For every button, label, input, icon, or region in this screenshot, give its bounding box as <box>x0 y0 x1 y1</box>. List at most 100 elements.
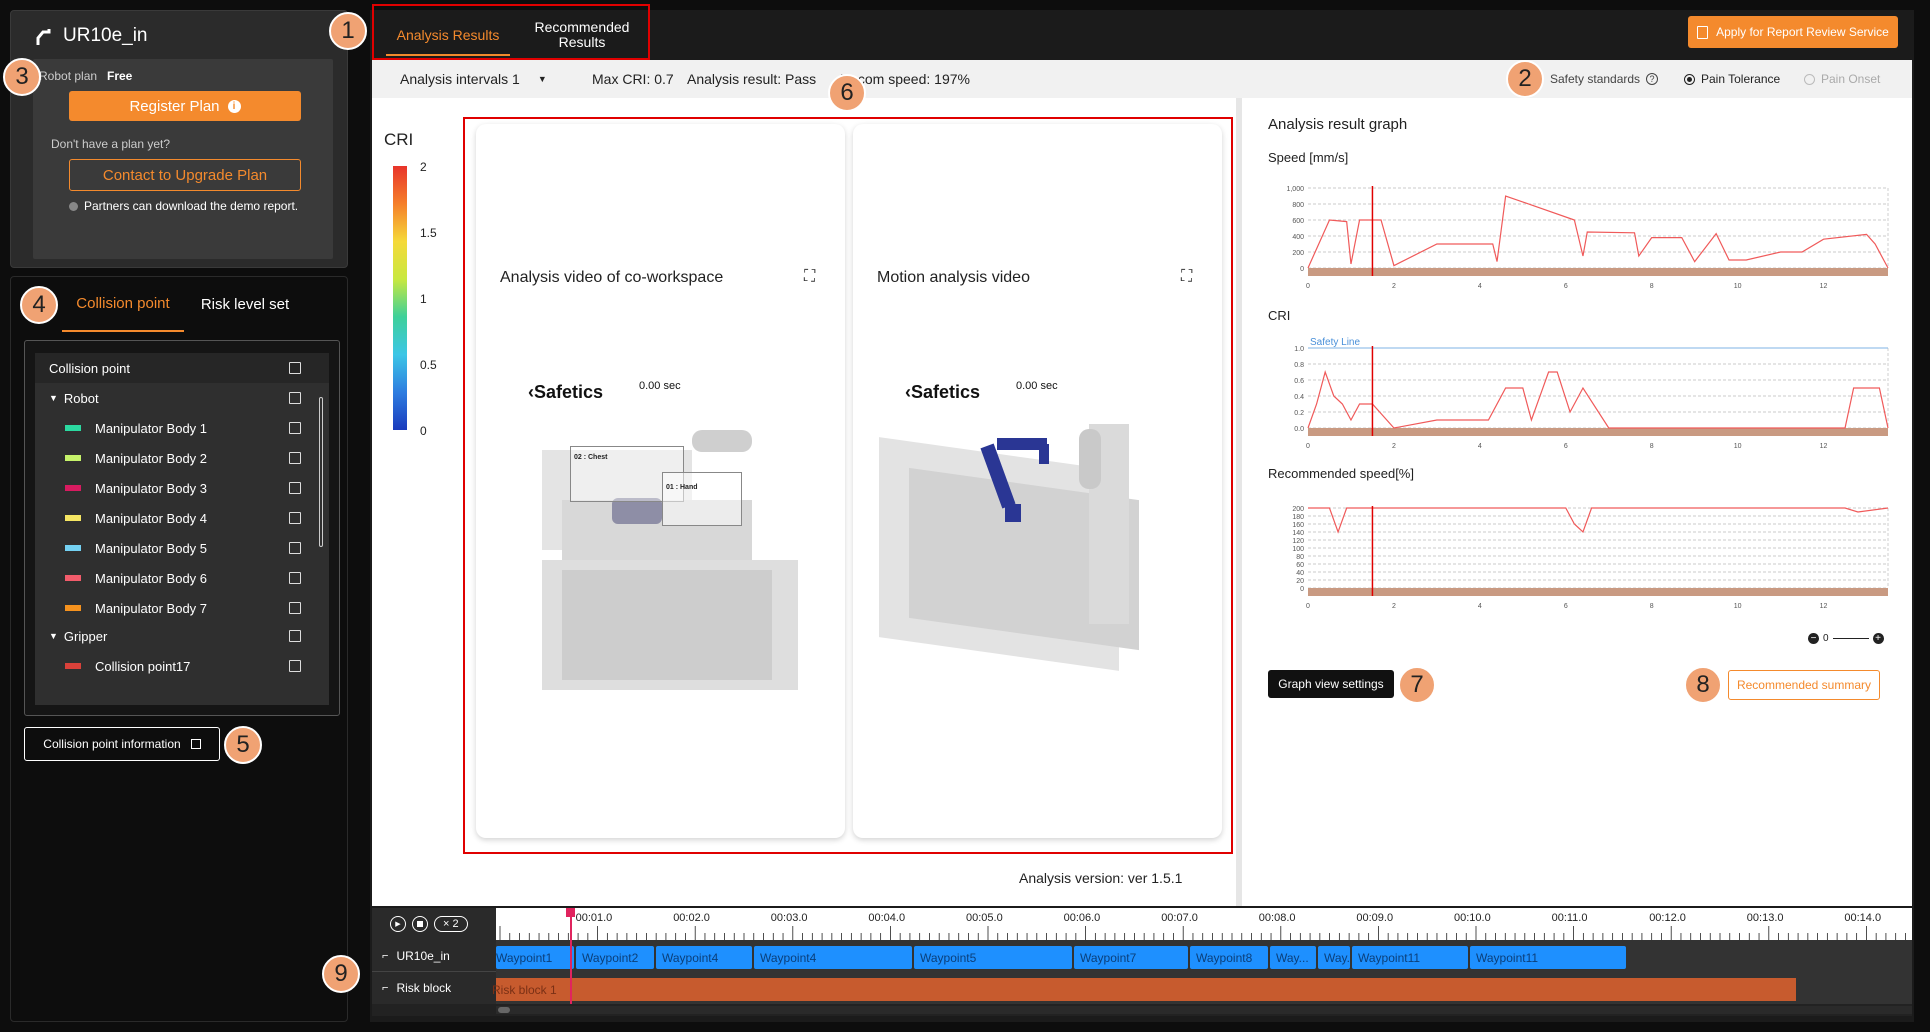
zoom-value: 0 <box>1823 633 1829 644</box>
ruler-label: 00:08.0 <box>1258 912 1296 924</box>
annotation-badge-1: 1 <box>329 12 367 50</box>
tab-recommended-line2: Results <box>558 34 606 50</box>
y-tick-label: 600 <box>1292 218 1304 225</box>
apply-report-review-button[interactable]: Apply for Report Review Service <box>1688 16 1898 48</box>
color-swatch <box>65 515 81 521</box>
register-plan-button[interactable]: Register Plan i <box>69 91 301 121</box>
checkbox[interactable] <box>289 602 301 614</box>
interval-select[interactable]: Analysis intervals 1 ▼ <box>400 71 547 87</box>
robot-arm-icon: ⌐ <box>382 949 389 962</box>
tree-item[interactable]: Manipulator Body 1 <box>35 413 329 443</box>
tree-group-robot[interactable]: ▼ Robot <box>35 383 329 413</box>
waypoint-block[interactable]: Waypoint11 <box>1470 946 1626 969</box>
checkbox[interactable] <box>289 392 301 404</box>
tree-group-label: Robot <box>63 390 99 406</box>
waypoint-block[interactable]: Waypoint2 <box>576 946 654 969</box>
zoom-control[interactable]: − 0 + <box>1808 633 1884 644</box>
tab-analysis-results[interactable]: Analysis Results <box>386 16 510 56</box>
tree-item[interactable]: Manipulator Body 5 <box>35 533 329 563</box>
tree-item[interactable]: Manipulator Body 6 <box>35 563 329 593</box>
tree-group-gripper[interactable]: ▼ Gripper <box>35 621 329 651</box>
tree-item[interactable]: Manipulator Body 2 <box>35 443 329 473</box>
speed-multiplier[interactable]: × 2 <box>434 916 468 932</box>
waypoint-block[interactable]: Waypoint5 <box>914 946 1072 969</box>
tree-item[interactable]: Collision point17 <box>35 651 329 681</box>
waypoint-block[interactable]: Way... <box>1270 946 1316 969</box>
radio-checked-icon <box>1684 73 1695 85</box>
cri-legend-tick: 1.5 <box>420 226 437 240</box>
tab-recommended-line1: Recommended <box>534 19 630 35</box>
scrollbar[interactable] <box>319 397 323 547</box>
ruler-label: 00:06.0 <box>1063 912 1101 924</box>
panel-divider[interactable] <box>1236 98 1242 906</box>
x-tick-label: 12 <box>1820 283 1828 290</box>
waypoint-block[interactable]: Waypoint4 <box>754 946 912 969</box>
radio-pain-tolerance[interactable]: Pain Tolerance <box>1684 72 1780 86</box>
zoom-in-icon[interactable]: + <box>1872 633 1884 644</box>
cri-legend-tick: 0.5 <box>420 358 437 372</box>
recommended-summary-button[interactable]: Recommended summary <box>1728 670 1880 700</box>
waypoint-block[interactable]: Way... <box>1318 946 1350 969</box>
checkbox[interactable] <box>289 452 301 464</box>
tree-item[interactable]: Manipulator Body 3 <box>35 473 329 503</box>
ruler-label: 00:02.0 <box>673 912 710 924</box>
checkbox[interactable] <box>289 512 301 524</box>
stop-icon[interactable] <box>412 916 428 932</box>
ruler-label: 00:10.0 <box>1454 912 1491 924</box>
risk-block[interactable]: Risk block 1 <box>492 978 1796 1001</box>
tree-item[interactable]: Manipulator Body 4 <box>35 503 329 533</box>
tree-item-label: Manipulator Body 3 <box>95 480 208 496</box>
waypoint-block[interactable]: Waypoint4 <box>656 946 752 969</box>
y-tick-label: 0.0 <box>1294 426 1304 433</box>
zoom-slider[interactable] <box>1832 638 1869 639</box>
timeline: ▶ × 2 00:01.0 00:02.0 00:03.0 00:04.0 00:05.… <box>372 908 1912 1016</box>
x-tick-label: 8 <box>1650 283 1654 290</box>
track-risk-name: Risk block <box>396 981 452 995</box>
radio-pain-onset[interactable]: Pain Onset <box>1804 72 1880 86</box>
checkbox[interactable] <box>289 630 301 642</box>
register-plan-label: Register Plan <box>129 97 220 115</box>
checkbox[interactable] <box>289 660 301 672</box>
waypoint-block[interactable]: Waypoint11 <box>1352 946 1468 969</box>
export-icon <box>190 739 201 749</box>
x-tick-label: 2 <box>1392 443 1396 450</box>
graph-view-settings-button[interactable]: Graph view settings <box>1268 670 1394 698</box>
playhead[interactable] <box>566 908 575 1004</box>
checkbox[interactable] <box>289 542 301 554</box>
waypoint-block[interactable]: Waypoint1 <box>496 946 574 969</box>
help-icon[interactable]: ? <box>1646 73 1659 85</box>
ruler-label: 00:05.0 <box>966 912 1003 924</box>
y-tick-label: 1.0 <box>1294 346 1304 353</box>
apply-button-label: Apply for Report Review Service <box>1716 25 1889 39</box>
tree-header-row[interactable]: Collision point <box>35 353 329 383</box>
checkbox[interactable] <box>289 422 301 434</box>
ruler-label: 00:12.0 <box>1649 912 1686 924</box>
checkbox[interactable] <box>289 572 301 584</box>
timeline-scrollbar[interactable] <box>496 1006 1912 1014</box>
tab-collision-point[interactable]: Collision point <box>62 276 184 332</box>
fullscreen-icon[interactable]: ⛶ <box>1181 268 1192 286</box>
tab-risk-level-set[interactable]: Risk level set <box>190 276 300 332</box>
video-card-coworkspace: Analysis video of co-workspace ⛶ ‹Safeti… <box>476 124 845 838</box>
fullscreen-icon[interactable]: ⛶ <box>804 268 815 286</box>
series-line <box>1307 369 1889 429</box>
waypoint-block[interactable]: Waypoint7 <box>1074 946 1188 969</box>
ruler-label: 00:03.0 <box>770 912 808 924</box>
checkbox[interactable] <box>289 482 301 494</box>
waypoint-block[interactable]: Waypoint8 <box>1190 946 1268 969</box>
ruler-label: 00:04.0 <box>868 912 906 924</box>
x-tick-label: 4 <box>1478 283 1482 290</box>
collision-info-button[interactable]: Collision point information <box>24 727 220 761</box>
play-icon[interactable]: ▶ <box>390 916 406 932</box>
tree-item[interactable]: Manipulator Body 7 <box>35 593 329 623</box>
tab-recommended-results[interactable]: Recommended Results <box>522 14 642 56</box>
upgrade-plan-button[interactable]: Contact to Upgrade Plan <box>69 159 301 191</box>
zoom-out-icon[interactable]: − <box>1808 633 1819 644</box>
annotation-badge-5: 5 <box>224 726 262 764</box>
ruler-label: 00:13.0 <box>1746 912 1784 924</box>
checkbox[interactable] <box>289 362 301 374</box>
track-robot-name: UR10e_in <box>396 948 450 963</box>
robot-name: UR10e_in <box>63 25 148 46</box>
collision-info-label: Collision point information <box>43 737 181 751</box>
cri-legend-tick: 1 <box>420 292 427 306</box>
